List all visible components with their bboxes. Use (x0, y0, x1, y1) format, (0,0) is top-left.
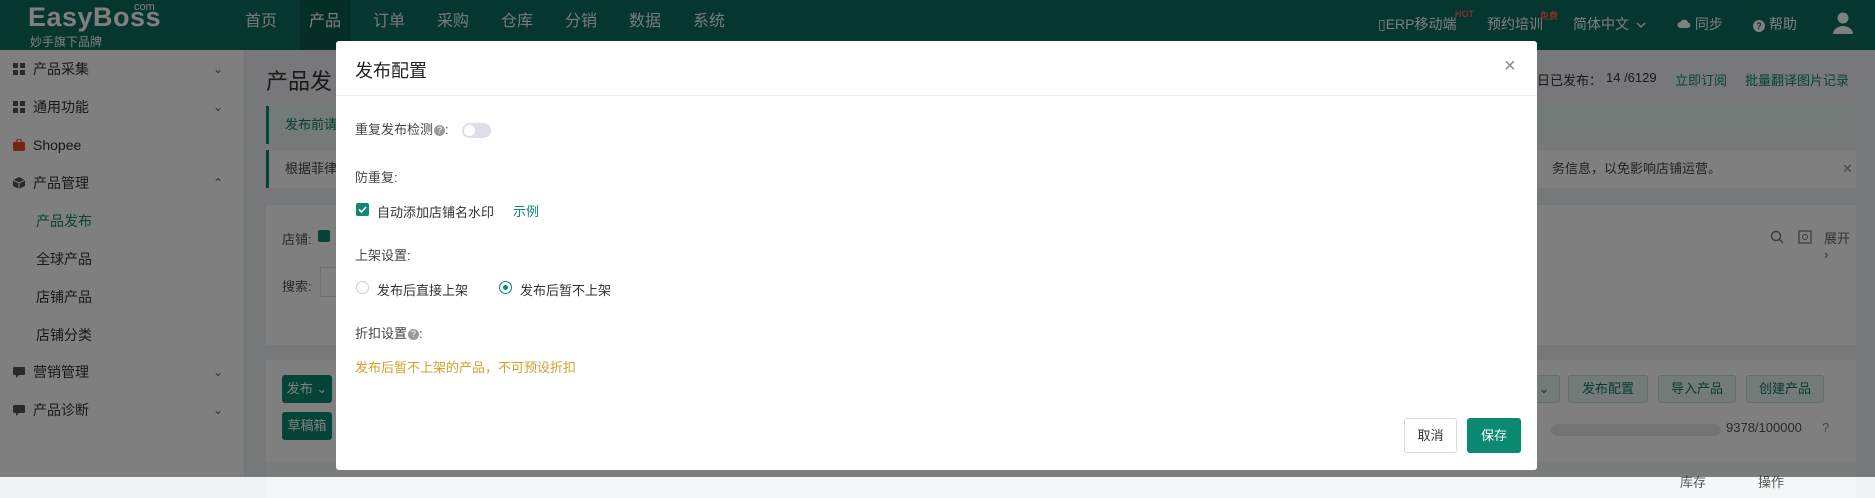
radio-list-immediately-label[interactable]: 发布后直接上架 (377, 280, 468, 299)
duplicate-check-label: 重复发布检测?: (355, 122, 449, 137)
discount-settings-text: 折扣设置 (355, 326, 408, 341)
watermark-checkbox-label[interactable]: 自动添加店铺名水印 (377, 202, 494, 221)
check-icon (358, 206, 367, 214)
close-icon[interactable]: × (1504, 55, 1516, 78)
dialog-title: 发布配置 (355, 61, 427, 81)
discount-settings-label: 折扣设置?: (355, 326, 423, 341)
example-link[interactable]: 示例 (513, 201, 539, 220)
discount-warning-text: 发布后暂不上架的产品，不可预设折扣 (355, 360, 577, 375)
toggle-knob (464, 125, 475, 136)
duplicate-check-toggle[interactable] (462, 123, 491, 138)
save-button[interactable]: 保存 (1467, 418, 1521, 453)
question-icon[interactable]: ? (434, 125, 446, 136)
radio-list-immediately[interactable] (356, 281, 369, 294)
watermark-checkbox[interactable] (356, 203, 369, 216)
question-icon[interactable]: ? (408, 329, 420, 340)
publish-config-dialog: 发布配置 × 重复发布检测?: 防重复: 自动添加店铺名水印 示例 上架设置: … (336, 41, 1537, 470)
radio-list-later-label[interactable]: 发布后暂不上架 (520, 280, 611, 299)
cancel-button[interactable]: 取消 (1404, 418, 1457, 453)
anti-duplicate-label: 防重复: (355, 170, 398, 185)
dialog-header: 发布配置 × (336, 41, 1537, 96)
duplicate-check-text: 重复发布检测 (355, 122, 434, 137)
listing-settings-label: 上架设置: (355, 248, 411, 263)
radio-list-later[interactable] (499, 281, 512, 294)
